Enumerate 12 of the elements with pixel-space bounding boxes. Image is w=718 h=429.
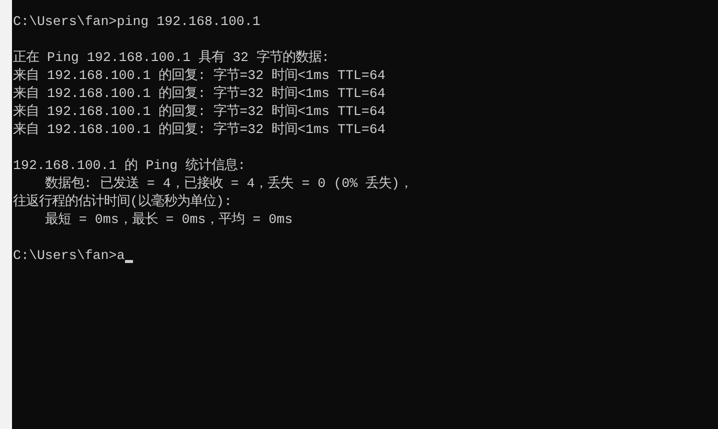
text-cursor bbox=[124, 260, 133, 262]
console-line: 数据包: 已发送 = 4，已接收 = 4，丢失 = 0 (0% 丢失)， bbox=[44, 175, 414, 193]
console-line: 正在 Ping 192.168.100.1 具有 32 字节的数据: bbox=[13, 49, 330, 67]
console-line: 192.168.100.1 的 Ping 统计信息: bbox=[13, 157, 247, 175]
console-line: 来自 192.168.100.1 的回复: 字节=32 时间<1ms TTL=64 bbox=[13, 121, 386, 139]
console-line: 来自 192.168.100.1 的回复: 字节=32 时间<1ms TTL=64 bbox=[13, 67, 386, 85]
console-line: C:\Users\fan>ping 192.168.100.1 bbox=[13, 13, 262, 31]
console-prompt: C:\Users\fan>a bbox=[13, 247, 125, 265]
console-line: 来自 192.168.100.1 的回复: 字节=32 时间<1ms TTL=64 bbox=[13, 85, 386, 103]
console-line: 往返行程的估计时间(以毫秒为单位): bbox=[13, 193, 233, 211]
console-line: 来自 192.168.100.1 的回复: 字节=32 时间<1ms TTL=64 bbox=[13, 103, 386, 121]
console-line: 最短 = 0ms，最长 = 0ms，平均 = 0ms bbox=[44, 211, 294, 229]
